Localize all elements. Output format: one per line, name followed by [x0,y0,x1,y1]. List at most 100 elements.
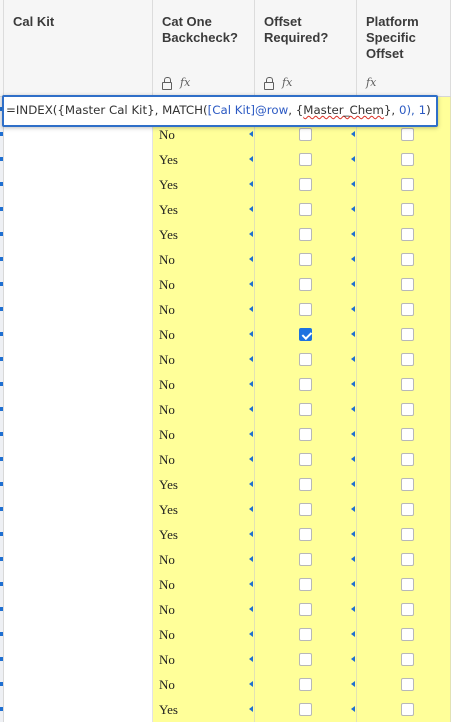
platform-specific-offset-checkbox[interactable] [401,278,414,291]
cell-cat-one-backcheck[interactable]: No [153,347,255,372]
cell-cal-kit[interactable] [4,572,153,597]
column-header-cal-kit[interactable]: Cal Kit [4,0,153,96]
cell-cal-kit[interactable] [4,222,153,247]
cell-cat-one-backcheck[interactable]: No [153,647,255,672]
cell-platform-specific-offset[interactable] [357,397,451,422]
cell-cal-kit[interactable] [4,422,153,447]
offset-required-checkbox[interactable] [299,353,312,366]
cell-offset-required[interactable] [255,497,357,522]
cell-cal-kit[interactable] [4,172,153,197]
cell-cat-one-backcheck[interactable]: Yes [153,222,255,247]
cell-cat-one-backcheck[interactable]: Yes [153,697,255,722]
column-header-cat-one-backcheck[interactable]: Cat One Backcheck? fx [153,0,255,96]
cell-offset-required[interactable] [255,572,357,597]
cell-offset-required[interactable] [255,272,357,297]
column-header-offset-required[interactable]: Offset Required? fx [255,0,357,96]
platform-specific-offset-checkbox[interactable] [401,703,414,716]
cell-platform-specific-offset[interactable] [357,472,451,497]
cell-platform-specific-offset[interactable] [357,622,451,647]
cell-offset-required[interactable] [255,672,357,697]
platform-specific-offset-checkbox[interactable] [401,178,414,191]
cell-platform-specific-offset[interactable] [357,522,451,547]
cell-cat-one-backcheck[interactable]: No [153,422,255,447]
cell-platform-specific-offset[interactable] [357,422,451,447]
cell-offset-required[interactable] [255,347,357,372]
cell-offset-required[interactable] [255,697,357,722]
platform-specific-offset-checkbox[interactable] [401,503,414,516]
offset-required-checkbox[interactable] [299,428,312,441]
column-header-platform-specific-offset[interactable]: Platform Specific Offset fx [357,0,451,96]
cell-cal-kit[interactable] [4,472,153,497]
offset-required-checkbox[interactable] [299,653,312,666]
platform-specific-offset-checkbox[interactable] [401,478,414,491]
cell-platform-specific-offset[interactable] [357,647,451,672]
cell-cal-kit[interactable] [4,497,153,522]
cell-cal-kit[interactable] [4,147,153,172]
offset-required-checkbox[interactable] [299,378,312,391]
platform-specific-offset-checkbox[interactable] [401,303,414,316]
cell-cal-kit[interactable] [4,272,153,297]
cell-platform-specific-offset[interactable] [357,197,451,222]
cell-platform-specific-offset[interactable] [357,172,451,197]
cell-offset-required[interactable] [255,397,357,422]
cell-cal-kit[interactable] [4,672,153,697]
cell-cal-kit[interactable] [4,197,153,222]
cell-platform-specific-offset[interactable] [357,347,451,372]
platform-specific-offset-checkbox[interactable] [401,353,414,366]
cell-cal-kit[interactable] [4,322,153,347]
platform-specific-offset-checkbox[interactable] [401,428,414,441]
platform-specific-offset-checkbox[interactable] [401,553,414,566]
offset-required-checkbox[interactable] [299,128,312,141]
offset-required-checkbox[interactable] [299,403,312,416]
cell-cal-kit[interactable] [4,522,153,547]
offset-required-checkbox[interactable] [299,628,312,641]
cell-platform-specific-offset[interactable] [357,497,451,522]
cell-cal-kit[interactable] [4,297,153,322]
cell-offset-required[interactable] [255,297,357,322]
cell-cat-one-backcheck[interactable]: No [153,447,255,472]
platform-specific-offset-checkbox[interactable] [401,203,414,216]
cell-offset-required[interactable] [255,222,357,247]
platform-specific-offset-checkbox[interactable] [401,653,414,666]
cell-offset-required[interactable] [255,597,357,622]
platform-specific-offset-checkbox[interactable] [401,328,414,341]
cell-cat-one-backcheck[interactable]: No [153,272,255,297]
cell-platform-specific-offset[interactable] [357,147,451,172]
offset-required-checkbox[interactable] [299,253,312,266]
cell-cal-kit[interactable] [4,372,153,397]
cell-platform-specific-offset[interactable] [357,597,451,622]
platform-specific-offset-checkbox[interactable] [401,528,414,541]
platform-specific-offset-checkbox[interactable] [401,228,414,241]
cell-offset-required[interactable] [255,622,357,647]
cell-cal-kit[interactable] [4,447,153,472]
cell-offset-required[interactable] [255,647,357,672]
cell-platform-specific-offset[interactable] [357,272,451,297]
cell-cat-one-backcheck[interactable]: Yes [153,497,255,522]
cell-offset-required[interactable] [255,247,357,272]
offset-required-checkbox[interactable] [299,153,312,166]
cell-cat-one-backcheck[interactable]: Yes [153,522,255,547]
cell-cal-kit[interactable] [4,547,153,572]
cell-platform-specific-offset[interactable] [357,447,451,472]
cell-cal-kit[interactable] [4,647,153,672]
platform-specific-offset-checkbox[interactable] [401,678,414,691]
offset-required-checkbox[interactable] [299,703,312,716]
offset-required-checkbox[interactable] [299,178,312,191]
offset-required-checkbox[interactable] [299,553,312,566]
platform-specific-offset-checkbox[interactable] [401,578,414,591]
platform-specific-offset-checkbox[interactable] [401,153,414,166]
offset-required-checkbox[interactable] [299,478,312,491]
cell-offset-required[interactable] [255,472,357,497]
cell-cat-one-backcheck[interactable]: No [153,622,255,647]
cell-cat-one-backcheck[interactable]: No [153,297,255,322]
cell-platform-specific-offset[interactable] [357,372,451,397]
offset-required-checkbox[interactable] [299,303,312,316]
platform-specific-offset-checkbox[interactable] [401,128,414,141]
cell-cat-one-backcheck[interactable]: No [153,547,255,572]
cell-cat-one-backcheck[interactable]: Yes [153,472,255,497]
offset-required-checkbox[interactable] [299,528,312,541]
cell-platform-specific-offset[interactable] [357,222,451,247]
platform-specific-offset-checkbox[interactable] [401,253,414,266]
cell-cat-one-backcheck[interactable]: Yes [153,147,255,172]
cell-platform-specific-offset[interactable] [357,697,451,722]
